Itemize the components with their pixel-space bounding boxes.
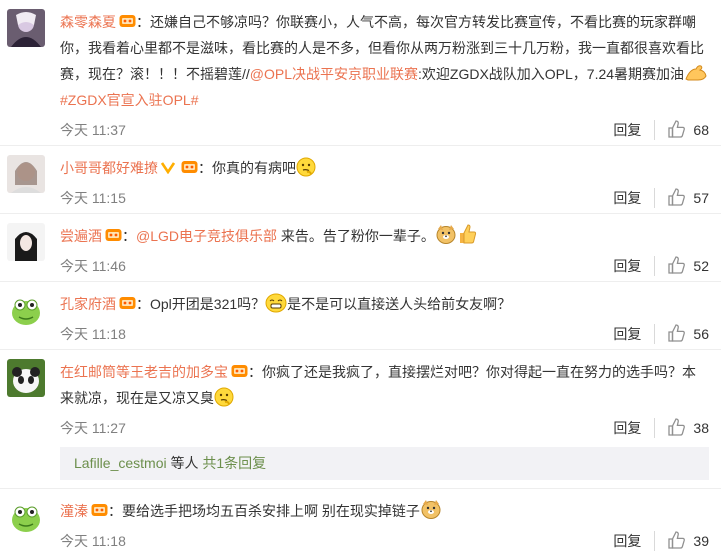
sub-reply-text: 等人: [166, 455, 203, 471]
comment-meta: 今天 11:15 回复 57: [60, 183, 709, 213]
user-avatar[interactable]: [7, 223, 45, 261]
comment-body-text: :欢迎ZGDX战队加入OPL，7.24暑期赛加油: [418, 66, 685, 82]
mention-link[interactable]: @OPL决战平安京职业联赛: [250, 66, 418, 82]
vip-badge-icon: [119, 10, 136, 27]
comment-username[interactable]: 森零森夏: [60, 14, 116, 30]
comment-body-text: 来告。告了粉你一辈子。: [277, 228, 435, 244]
mention-link[interactable]: @LGD电子竞技俱乐部: [136, 228, 277, 244]
comment-username[interactable]: 潼溱: [60, 503, 88, 519]
comment-item: 小哥哥都好难撩 ：你真的有病吧今天 11:15 回复 57: [0, 145, 721, 213]
thumbs-up-icon: [667, 417, 687, 440]
comment-item: 尝遍酒 ：@LGD电子竞技俱乐部 来告。告了粉你一辈子。今天 11:46 回复 52: [0, 213, 721, 281]
thumbs-up-icon: [667, 119, 687, 142]
comment-username[interactable]: 孔家府酒: [60, 296, 116, 312]
like-button[interactable]: 57: [667, 187, 709, 210]
grin-emoji-icon: [265, 293, 287, 313]
comment-time: 今天 11:37: [60, 122, 126, 138]
comment-item: 在红邮筒等王老吉的加多宝 ：你疯了还是我疯了，直接摆烂对吧？你对得起一直在努力的选…: [0, 349, 721, 480]
topic-link[interactable]: #ZGDX官宣入驻OPL#: [60, 92, 198, 108]
thinking-emoji-icon: [296, 157, 316, 177]
thumbs-up-icon: [667, 323, 687, 346]
reply-button[interactable]: 回复: [613, 256, 656, 276]
verified-v-icon: [160, 156, 178, 175]
comment-actions: 回复 57: [613, 187, 709, 210]
sub-reply-user[interactable]: Lafille_cestmoi: [74, 455, 167, 471]
reply-button[interactable]: 回复: [613, 324, 656, 344]
comment-username[interactable]: 尝遍酒: [60, 228, 102, 244]
like-count: 39: [693, 533, 709, 549]
thumb-emoji-icon: [457, 224, 477, 244]
comment-meta: 今天 11:18 回复 56: [60, 319, 709, 349]
user-avatar[interactable]: [7, 155, 45, 193]
thumbs-up-icon: [667, 187, 687, 210]
comment-time: 今天 11:15: [60, 190, 126, 206]
comment-body-text: ：: [122, 228, 136, 244]
comment-meta: 今天 11:37 回复 68: [60, 115, 709, 145]
vip-badge-icon: [119, 292, 136, 309]
like-button[interactable]: 56: [667, 323, 709, 346]
comment-item: 森零森夏 ：还嫌自己不够凉吗？你联赛小，人气不高，每次官方转发比赛宣传，不看比赛的…: [0, 0, 721, 145]
comment-time: 今天 11:46: [60, 258, 126, 274]
comment-list: 森零森夏 ：还嫌自己不够凉吗？你联赛小，人气不高，每次官方转发比赛宣传，不看比赛的…: [0, 0, 721, 556]
like-button[interactable]: 52: [667, 255, 709, 278]
like-count: 38: [693, 420, 709, 436]
comment-meta: 今天 11:18 回复 39: [60, 526, 709, 556]
comment-text: 尝遍酒 ：@LGD电子竞技俱乐部 来告。告了粉你一辈子。: [60, 223, 709, 249]
comment-username[interactable]: 在红邮筒等王老吉的加多宝: [60, 364, 228, 380]
comment-actions: 回复 52: [613, 255, 709, 278]
comment-actions: 回复 38: [613, 417, 709, 440]
comment-actions: 回复 39: [613, 530, 709, 553]
like-button[interactable]: 38: [667, 417, 709, 440]
sub-reply-summary: Lafille_cestmoi 等人 共1条回复: [60, 447, 709, 480]
comment-time: 今天 11:18: [60, 533, 126, 549]
thumbs-up-icon: [667, 255, 687, 278]
like-button[interactable]: 39: [667, 530, 709, 553]
user-avatar[interactable]: [7, 359, 45, 397]
comment-body-text: ：Opl开团是321吗？: [136, 296, 266, 312]
comment-time: 今天 11:18: [60, 326, 126, 342]
comment-actions: 回复 56: [613, 323, 709, 346]
like-count: 56: [693, 326, 709, 342]
thinking-emoji-icon: [214, 387, 234, 407]
user-avatar[interactable]: [7, 9, 45, 47]
comment-time: 今天 11:27: [60, 420, 126, 436]
vip-badge-icon: [105, 224, 122, 241]
comment-text: 潼溱 ：要给选手把场均五百杀安排上啊 别在现实掉链子: [60, 498, 709, 524]
user-avatar[interactable]: [7, 498, 45, 536]
comment-text: 小哥哥都好难撩 ：你真的有病吧: [60, 155, 709, 181]
view-replies-link[interactable]: 共1条回复: [202, 455, 266, 471]
thumbs-up-icon: [667, 530, 687, 553]
vip-badge-icon: [181, 156, 198, 173]
user-avatar[interactable]: [7, 291, 45, 329]
like-count: 68: [693, 122, 709, 138]
reply-button[interactable]: 回复: [613, 120, 656, 140]
like-count: 52: [693, 258, 709, 274]
like-count: 57: [693, 190, 709, 206]
vip-badge-icon: [231, 360, 248, 377]
doge-emoji-icon: [420, 500, 442, 519]
comment-body-text: 是不是可以直接送人头给前女友啊？: [287, 296, 512, 312]
reply-button[interactable]: 回复: [613, 188, 656, 208]
comment-meta: 今天 11:27 回复 38: [60, 413, 709, 443]
reply-button[interactable]: 回复: [613, 531, 656, 551]
comment-item: 孔家府酒 ：Opl开团是321吗？ 是不是可以直接送人头给前女友啊？ 今天 11:18…: [0, 281, 721, 349]
comment-item: 潼溱 ：要给选手把场均五百杀安排上啊 别在现实掉链子今天 11:18 回复 39: [0, 488, 721, 556]
reply-button[interactable]: 回复: [613, 418, 656, 438]
comment-text: 在红邮筒等王老吉的加多宝 ：你疯了还是我疯了，直接摆烂对吧？你对得起一直在努力的选…: [60, 359, 709, 411]
muscle-emoji-icon: [684, 65, 708, 82]
comment-username[interactable]: 小哥哥都好难撩: [60, 160, 158, 176]
comment-text: 森零森夏 ：还嫌自己不够凉吗？你联赛小，人气不高，每次官方转发比赛宣传，不看比赛的…: [60, 9, 709, 113]
comment-text: 孔家府酒 ：Opl开团是321吗？ 是不是可以直接送人头给前女友啊？: [60, 291, 709, 317]
comment-meta: 今天 11:46 回复 52: [60, 251, 709, 281]
comment-actions: 回复 68: [613, 119, 709, 142]
doge-emoji-icon: [435, 225, 457, 244]
comment-body-text: ：你真的有病吧: [198, 160, 296, 176]
comment-body-text: ：要给选手把场均五百杀安排上啊 别在现实掉链子: [108, 503, 420, 519]
like-button[interactable]: 68: [667, 119, 709, 142]
vip-badge-icon: [91, 499, 108, 516]
